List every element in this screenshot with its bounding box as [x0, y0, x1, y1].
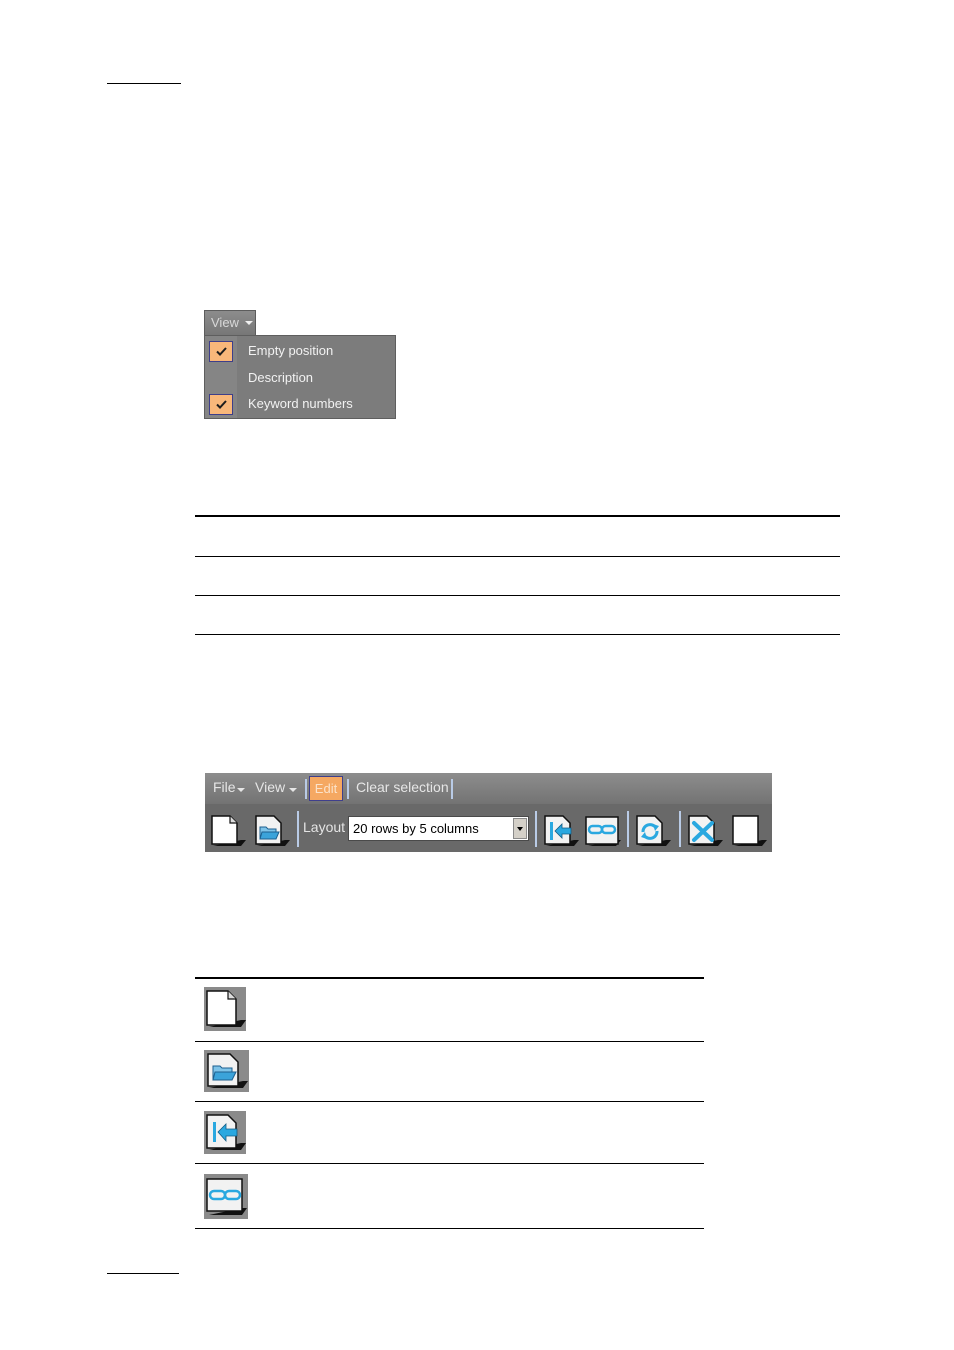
menu-item-label: Keyword numbers [248, 396, 353, 411]
link-icon [204, 1174, 248, 1219]
checkmark-icon [216, 347, 227, 356]
table-row-rule [195, 634, 840, 635]
menu-item-label: Description [248, 370, 314, 385]
open-folder-icon [204, 1050, 249, 1092]
menu-view[interactable]: View [255, 779, 285, 795]
import-icon[interactable] [541, 813, 579, 849]
menu-item-label: Empty position [248, 343, 334, 358]
refresh-icon[interactable] [633, 813, 671, 849]
chevron-down-icon [237, 788, 245, 792]
layout-select-value: 20 rows by 5 columns [353, 821, 479, 836]
clear-selection-button[interactable]: Clear selection [356, 779, 449, 795]
table-row-rule [195, 1163, 704, 1164]
footer-rule [107, 1273, 179, 1274]
toolbar-menu-bar: File View Edit Clear selection [205, 773, 772, 804]
toolbar-separator [305, 779, 307, 799]
toolbar-separator [679, 811, 681, 847]
toolbar-separator [347, 779, 349, 799]
menu-file[interactable]: File [213, 779, 236, 795]
table-row-rule [195, 1101, 704, 1102]
layout-label: Layout [303, 819, 346, 835]
playlist-toolbar: File View Edit Clear selection Layout 20… [205, 773, 772, 852]
table-row-rule [195, 595, 840, 596]
menu-item-keyword-numbers[interactable]: Keyword numbers [205, 391, 395, 417]
checkbox-checked[interactable] [209, 394, 233, 415]
blank-document-icon[interactable] [729, 813, 767, 849]
menu-item-description[interactable]: Description [205, 365, 395, 391]
delete-icon[interactable] [685, 813, 723, 849]
new-document-icon[interactable] [208, 813, 246, 849]
checkmark-icon [216, 400, 227, 409]
chevron-down-icon [245, 321, 253, 325]
import-icon [204, 1111, 246, 1154]
toolbar-separator [627, 811, 629, 847]
table-header-rule [195, 977, 704, 979]
view-menu-button-label: View [211, 315, 239, 330]
toolbar-separator [297, 811, 299, 847]
link-icon[interactable] [583, 813, 621, 849]
view-dropdown-menu: Empty position Description Keyword numbe… [204, 335, 396, 419]
table-header-rule [195, 515, 840, 517]
view-menu-button[interactable]: View [204, 310, 256, 335]
table-row-rule [195, 556, 840, 557]
layout-select[interactable]: 20 rows by 5 columns [348, 816, 529, 841]
table-row-rule [195, 1041, 704, 1042]
chevron-down-icon [289, 788, 297, 792]
menu-item-empty-position[interactable]: Empty position [205, 338, 395, 364]
checkbox-checked[interactable] [209, 341, 233, 362]
toolbar-separator [535, 811, 537, 847]
header-rule [107, 83, 181, 84]
open-folder-icon[interactable] [252, 813, 290, 849]
toolbar-separator [451, 779, 453, 799]
menu-edit[interactable]: Edit [309, 776, 343, 801]
new-document-icon [204, 987, 246, 1031]
table-row-rule [195, 1228, 704, 1229]
dropdown-arrow-icon[interactable] [513, 818, 527, 839]
